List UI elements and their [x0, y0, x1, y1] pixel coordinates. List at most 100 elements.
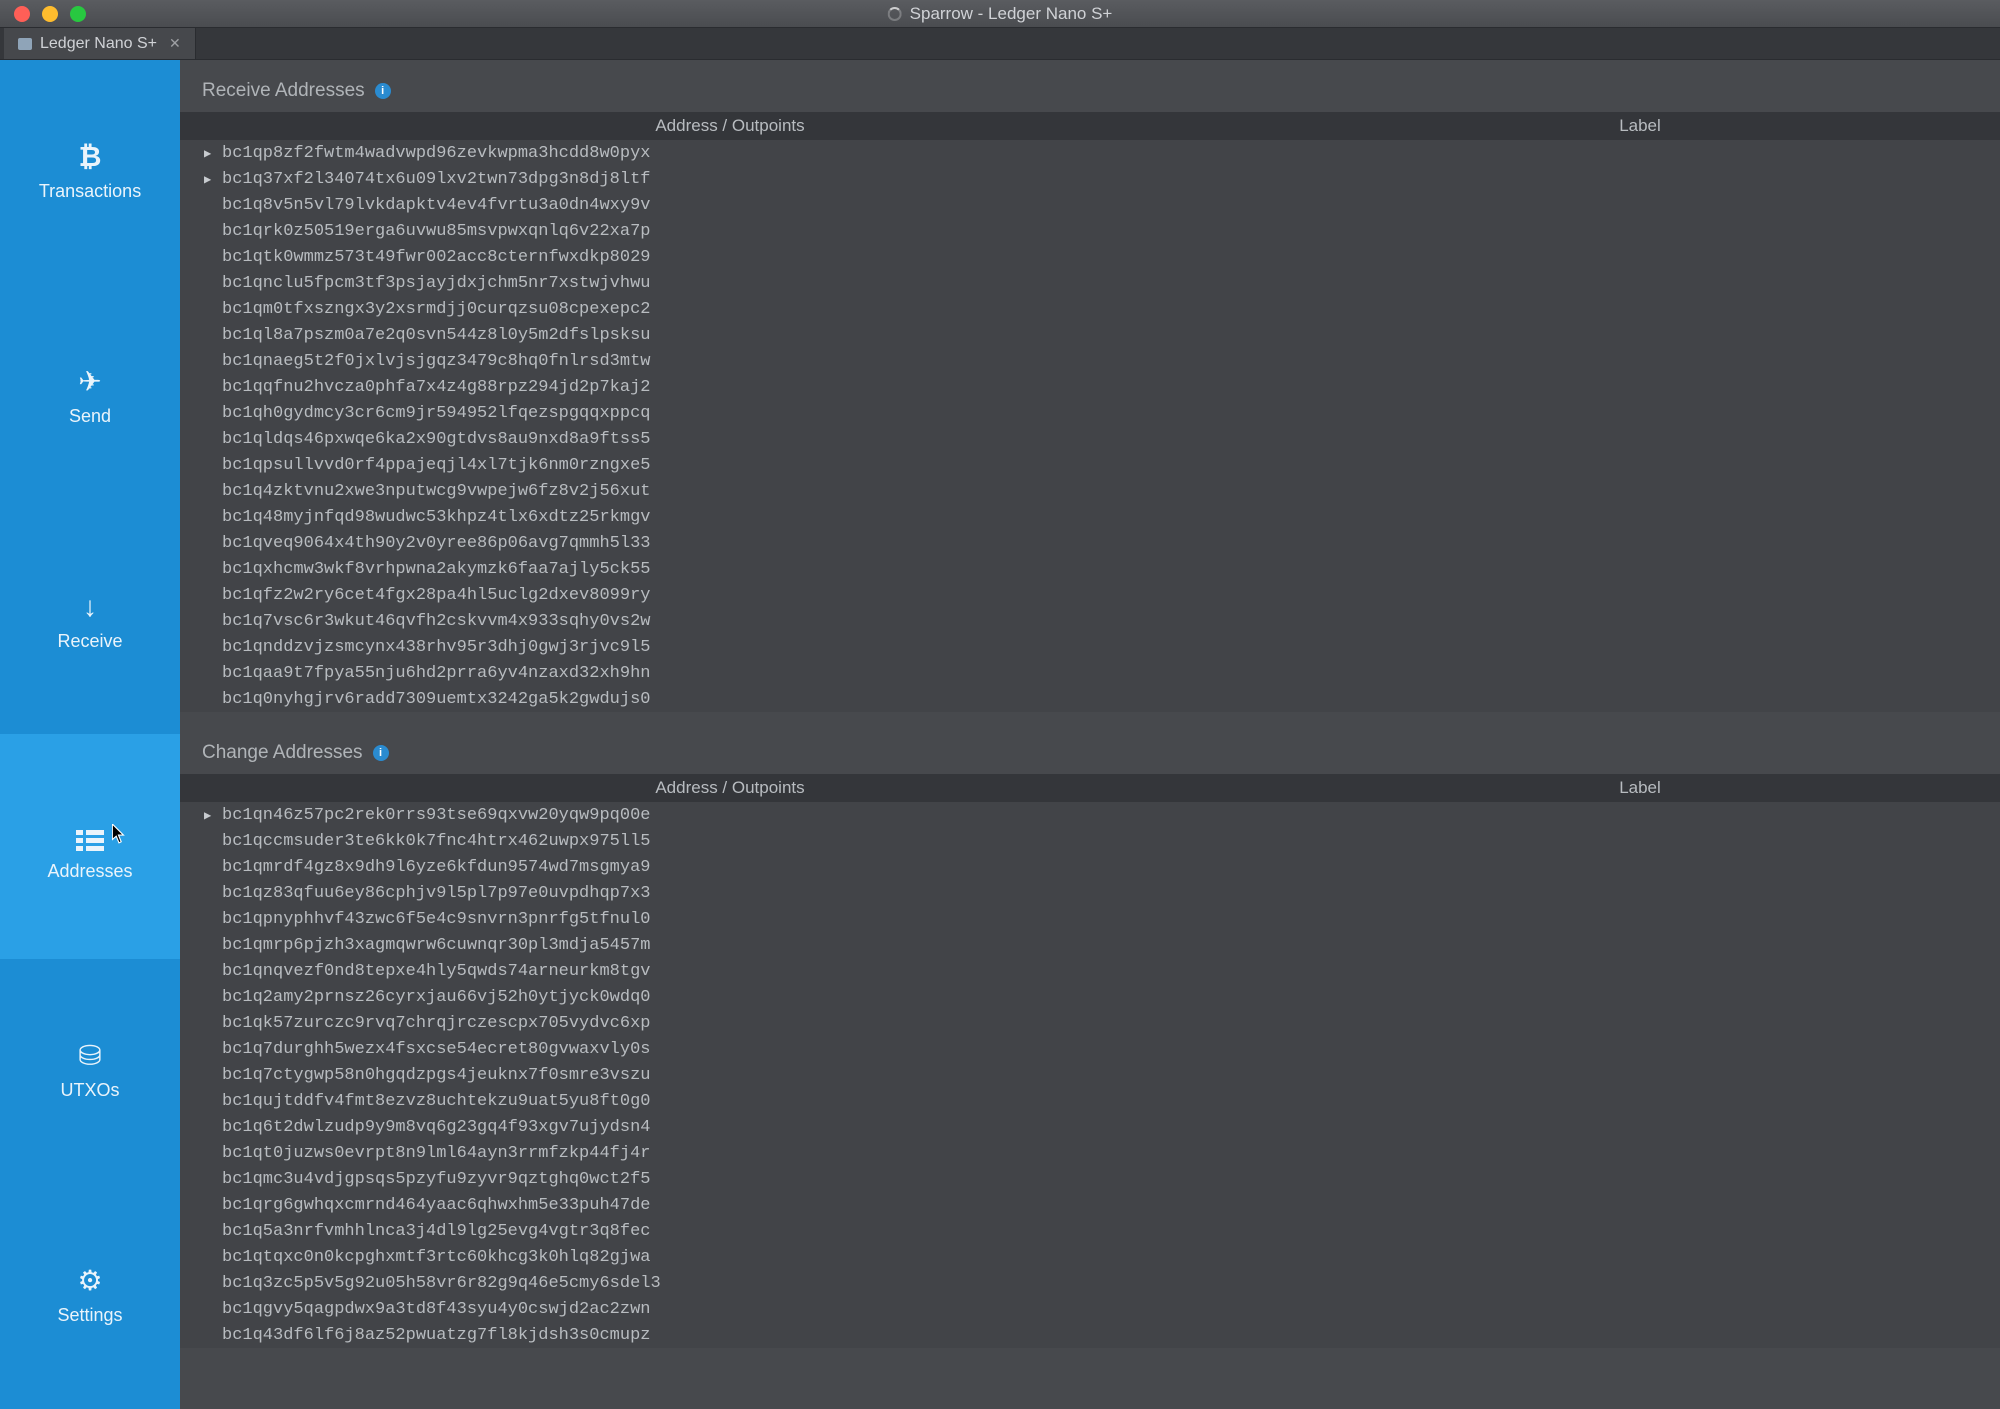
address-row[interactable]: bc1qqfnu2hvcza0phfa7x4z4g88rpz294jd2p7ka… — [180, 374, 2000, 400]
address-row[interactable]: bc1qtqxc0n0kcpghxmtf3rtc60khcg3k0hlq82gj… — [180, 1244, 2000, 1270]
address-text: bc1qnddzvjzsmcynx438rhv95r3dhj0gwj3rjvc9… — [222, 638, 1298, 657]
address-row[interactable]: bc1qnqvezf0nd8tepxe4hly5qwds74arneurkm8t… — [180, 958, 2000, 984]
address-text: bc1qujtddfv4fmt8ezvz8uchtekzu9uat5yu8ft0… — [222, 1092, 1298, 1111]
address-text: bc1qnclu5fpcm3tf3psjayjdxjchm5nr7xstwjvh… — [222, 274, 1298, 293]
column-header-label[interactable]: Label — [1280, 778, 2000, 798]
table-header: Address / Outpoints Label — [180, 112, 2000, 140]
address-row[interactable]: bc1qpnyphhvf43zwc6f5e4c9snvrn3pnrfg5tfnu… — [180, 906, 2000, 932]
address-text: bc1qnaeg5t2f0jxlvjsjgqz3479c8hq0fnlrsd3m… — [222, 352, 1298, 371]
receive-icon — [83, 593, 97, 621]
address-text: bc1qz83qfuu6ey86cphjv9l5pl7p97e0uvpdhqp7… — [222, 884, 1298, 903]
address-text: bc1qrg6gwhqxcmrnd464yaac6qhwxhm5e33puh47… — [222, 1196, 1298, 1215]
address-row[interactable]: ▶ bc1qn46z57pc2rek0rrs93tse69qxvw20yqw9pq… — [180, 802, 2000, 828]
address-row[interactable]: bc1q7durghh5wezx4fsxcse54ecret80gvwaxvly… — [180, 1036, 2000, 1062]
window-title: Sparrow - Ledger Nano S+ — [888, 4, 1113, 24]
address-row[interactable]: bc1qujtddfv4fmt8ezvz8uchtekzu9uat5yu8ft0… — [180, 1088, 2000, 1114]
address-text: bc1q0nyhgjrv6radd7309uemtx3242ga5k2gwduj… — [222, 690, 1298, 709]
bitcoin-icon — [79, 143, 102, 171]
sidebar-item-send[interactable]: Send — [0, 285, 180, 510]
address-row[interactable]: bc1qrg6gwhqxcmrnd464yaac6qhwxhm5e33puh47… — [180, 1192, 2000, 1218]
address-row[interactable]: ▶bc1qp8zf2fwtm4wadvwpd96zevkwpma3hcdd8w0… — [180, 140, 2000, 166]
close-window-button[interactable] — [14, 6, 30, 22]
address-row[interactable]: bc1q6t2dwlzudp9y9m8vq6g23gq4f93xgv7ujyds… — [180, 1114, 2000, 1140]
sidebar-item-settings[interactable]: Settings — [0, 1184, 180, 1409]
address-row[interactable]: bc1q5a3nrfvmhhlnca3j4dl9lg25evg4vgtr3q8f… — [180, 1218, 2000, 1244]
address-text: bc1qt0juzws0evrpt8n9lml64ayn3rrmfzkp44fj… — [222, 1144, 1298, 1163]
address-row[interactable]: bc1q7ctygwp58n0hgqdzpgs4jeuknx7f0smre3vs… — [180, 1062, 2000, 1088]
address-row[interactable]: bc1qm0tfxszngx3y2xsrmdjj0curqzsu08cpexep… — [180, 296, 2000, 322]
address-text: bc1q3zc5p5v5g92u05h58vr6r82g9q46e5cmy6sd… — [222, 1274, 1298, 1293]
window-title-text: Sparrow - Ledger Nano S+ — [910, 4, 1113, 24]
address-row[interactable]: bc1qxhcmw3wkf8vrhpwna2akymzk6faa7ajly5ck… — [180, 556, 2000, 582]
maximize-window-button[interactable] — [70, 6, 86, 22]
address-row[interactable]: bc1qmc3u4vdjgpsqs5pzyfu9zyvr9qztghq0wct2… — [180, 1166, 2000, 1192]
sidebar-item-label: Settings — [57, 1305, 122, 1326]
address-row[interactable]: ▶ bc1q37xf2l34074tx6u09lxv2twn73dpg3n8dj8… — [180, 166, 2000, 192]
address-row[interactable]: bc1ql8a7pszm0a7e2q0svn544z8l0y5m2dfslpsk… — [180, 322, 2000, 348]
address-text: bc1q37xf2l34074tx6u09lxv2twn73dpg3n8dj8l… — [222, 170, 1298, 189]
address-row[interactable]: bc1q7vsc6r3wkut46qvfh2cskvvm4x933sqhy0vs… — [180, 608, 2000, 634]
window-titlebar: Sparrow - Ledger Nano S+ — [0, 0, 2000, 28]
column-header-label[interactable]: Label — [1280, 116, 2000, 136]
address-row[interactable]: bc1qnaeg5t2f0jxlvjsjgqz3479c8hq0fnlrsd3m… — [180, 348, 2000, 374]
address-row[interactable]: bc1qmrdf4gz8x9dh9l6yze6kfdun9574wd7msgmy… — [180, 854, 2000, 880]
minimize-window-button[interactable] — [42, 6, 58, 22]
address-row[interactable]: bc1qnclu5fpcm3tf3psjayjdxjchm5nr7xstwjvh… — [180, 270, 2000, 296]
change-addresses-table: Address / Outpoints Label ▶ bc1qn46z57pc2… — [180, 774, 2000, 1348]
window-controls — [0, 6, 86, 22]
address-row[interactable]: bc1qrk0z50519erga6uvwu85msvpwxqnlq6v22xa… — [180, 218, 2000, 244]
address-row[interactable]: bc1qveq9064x4th90y2v0yree86p06avg7qmmh5l… — [180, 530, 2000, 556]
sidebar-item-transactions[interactable]: Transactions — [0, 60, 180, 285]
address-row[interactable]: bc1qaa9t7fpya55nju6hd2prra6yv4nzaxd32xh9… — [180, 660, 2000, 686]
address-row[interactable]: bc1q4zktvnu2xwe3nputwcg9vwpejw6fz8v2j56x… — [180, 478, 2000, 504]
expand-triangle-icon[interactable]: ▶ — [204, 808, 218, 823]
address-text: bc1q2amy2prnsz26cyrxjau66vj52h0ytjyck0wd… — [222, 988, 1298, 1007]
column-header-address[interactable]: Address / Outpoints — [180, 116, 1280, 136]
info-icon[interactable]: i — [373, 745, 389, 761]
address-row[interactable]: bc1qtk0wmmz573t49fwr002acc8cternfwxdkp80… — [180, 244, 2000, 270]
address-row[interactable]: bc1qgvy5qagpdwx9a3td8f43syu4y0cswjd2ac2z… — [180, 1296, 2000, 1322]
receive-addresses-body: ▶bc1qp8zf2fwtm4wadvwpd96zevkwpma3hcdd8w0… — [180, 140, 2000, 712]
address-row[interactable]: bc1qccmsuder3te6kk0k7fnc4htrx462uwpx975l… — [180, 828, 2000, 854]
address-text: bc1q7vsc6r3wkut46qvfh2cskvvm4x933sqhy0vs… — [222, 612, 1298, 631]
close-tab-button[interactable]: ✕ — [169, 35, 181, 52]
wallet-tab[interactable]: Ledger Nano S+ ✕ — [4, 28, 196, 59]
address-row[interactable]: bc1qnddzvjzsmcynx438rhv95r3dhj0gwj3rjvc9… — [180, 634, 2000, 660]
address-row[interactable]: bc1qmrp6pjzh3xagmqwrw6cuwnqr30pl3mdja545… — [180, 932, 2000, 958]
column-header-address[interactable]: Address / Outpoints — [180, 778, 1280, 798]
expand-triangle-icon[interactable]: ▶ — [204, 146, 218, 161]
loading-spinner-icon — [888, 7, 902, 21]
sidebar-item-utxos[interactable]: UTXOs — [0, 959, 180, 1184]
address-row[interactable]: bc1q8v5n5vl79lvkdapktv4ev4fvrtu3a0dn4wxy… — [180, 192, 2000, 218]
sidebar-item-label: Receive — [57, 631, 122, 652]
address-text: bc1qn46z57pc2rek0rrs93tse69qxvw20yqw9pq0… — [222, 806, 1298, 825]
sidebar-item-receive[interactable]: Receive — [0, 510, 180, 735]
address-text: bc1qtk0wmmz573t49fwr002acc8cternfwxdkp80… — [222, 248, 1298, 267]
info-icon[interactable]: i — [375, 83, 391, 99]
address-row[interactable]: bc1qldqs46pxwqe6ka2x90gtdvs8au9nxd8a9fts… — [180, 426, 2000, 452]
address-row[interactable]: bc1qt0juzws0evrpt8n9lml64ayn3rrmfzkp44fj… — [180, 1140, 2000, 1166]
address-row[interactable]: bc1q3zc5p5v5g92u05h58vr6r82g9q46e5cmy6sd… — [180, 1270, 2000, 1296]
address-row[interactable]: bc1qz83qfuu6ey86cphjv9l5pl7p97e0uvpdhqp7… — [180, 880, 2000, 906]
expand-triangle-icon[interactable]: ▶ — [204, 172, 218, 187]
wallet-icon — [18, 38, 32, 50]
address-row[interactable]: bc1qh0gydmcy3cr6cm9jr594952lfqezspgqqxpp… — [180, 400, 2000, 426]
address-row[interactable]: bc1q2amy2prnsz26cyrxjau66vj52h0ytjyck0wd… — [180, 984, 2000, 1010]
address-row[interactable]: bc1q0nyhgjrv6radd7309uemtx3242ga5k2gwduj… — [180, 686, 2000, 712]
address-row[interactable]: bc1q48myjnfqd98wudwc53khpz4tlx6xdtz25rkm… — [180, 504, 2000, 530]
content-area: Receive Addresses i Address / Outpoints … — [180, 60, 2000, 1409]
sidebar-item-label: Send — [69, 406, 111, 427]
address-row[interactable]: bc1qpsullvvd0rf4ppajeqjl4xl7tjk6nm0rzngx… — [180, 452, 2000, 478]
send-icon — [78, 368, 101, 396]
address-text: bc1qh0gydmcy3cr6cm9jr594952lfqezspgqqxpp… — [222, 404, 1298, 423]
address-text: bc1q7ctygwp58n0hgqdzpgs4jeuknx7f0smre3vs… — [222, 1066, 1298, 1085]
address-row[interactable]: bc1qk57zurczc9rvq7chrqjrczescpx705vydvc6… — [180, 1010, 2000, 1036]
section-title-text: Change Addresses — [202, 742, 363, 764]
address-text: bc1qm0tfxszngx3y2xsrmdjj0curqzsu08cpexep… — [222, 300, 1298, 319]
address-text: bc1qxhcmw3wkf8vrhpwna2akymzk6faa7ajly5ck… — [222, 560, 1298, 579]
sidebar: Transactions Send Receive Addresses UT — [0, 60, 180, 1409]
address-row[interactable]: bc1q43df6lf6j8az52pwuatzg7fl8kjdsh3s0cmu… — [180, 1322, 2000, 1348]
sidebar-item-addresses[interactable]: Addresses — [0, 734, 180, 959]
address-row[interactable]: bc1qfz2w2ry6cet4fgx28pa4hl5uclg2dxev8099… — [180, 582, 2000, 608]
utxos-icon — [78, 1042, 101, 1070]
